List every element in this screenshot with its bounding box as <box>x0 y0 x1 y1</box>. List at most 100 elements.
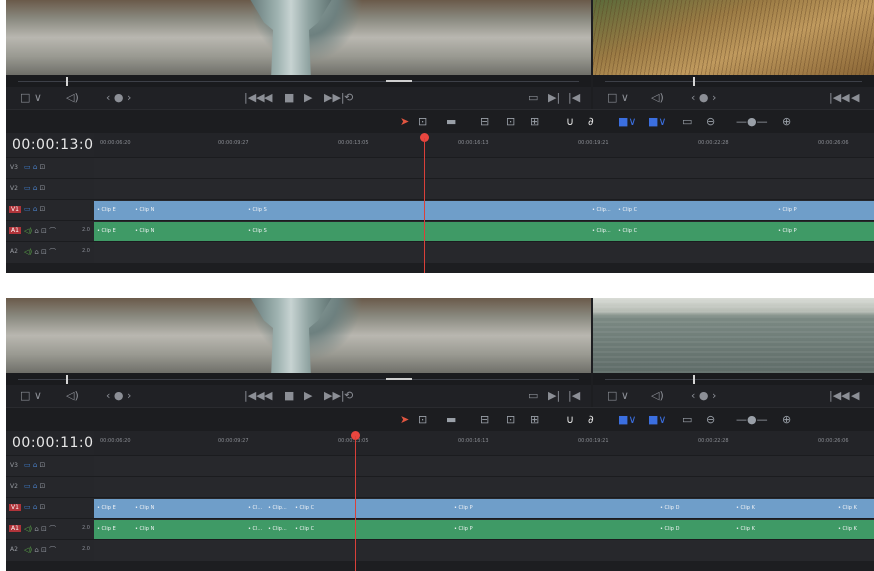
reverse-icon[interactable]: ◀ <box>851 389 859 402</box>
play-icon[interactable]: ▶ <box>304 91 312 104</box>
first-frame-icon[interactable]: |◀◀ <box>829 91 850 104</box>
auto-select-icon[interactable]: ⊡ <box>41 248 47 256</box>
zoom-in-icon[interactable]: ⊕ <box>782 413 791 426</box>
lock-icon[interactable]: ⌂ <box>34 227 38 235</box>
auto-select-icon[interactable]: ⊡ <box>40 503 46 511</box>
video-clip[interactable]: • Clip S <box>245 201 335 220</box>
pointer-icon[interactable]: ➤ <box>400 413 409 426</box>
zoom-in-icon[interactable]: ⊕ <box>782 115 791 128</box>
next-edit-icon[interactable]: ▶| <box>548 389 560 402</box>
track-controls[interactable]: ◁) ⌂ ⊡ ⌒ <box>24 545 56 555</box>
audio-clip[interactable]: • Clip P <box>451 520 658 539</box>
lock-icon[interactable]: ⌂ <box>34 525 38 533</box>
prev-edit-icon[interactable]: |◀ <box>568 389 580 402</box>
track-header-v3[interactable]: V3 ▭ ⌂ ⊡ <box>6 157 94 179</box>
track-lane-v3[interactable] <box>94 455 874 477</box>
jog-icon[interactable]: ‹ ● › <box>691 91 716 104</box>
lock-icon[interactable]: ⌂ <box>33 503 37 511</box>
video-clip[interactable]: • Clip P <box>775 201 874 220</box>
video-clip[interactable] <box>334 201 590 220</box>
auto-select-icon[interactable]: ⊡ <box>40 482 46 490</box>
snapping-icon[interactable]: ∪ <box>566 115 574 128</box>
track-lane-v1[interactable]: • Clip E • Clip N • Cl... • Clip... • Clip C… <box>94 497 874 519</box>
video-clip[interactable]: • Cl... <box>245 499 266 518</box>
track-header-a1[interactable]: A1 ◁) ⌂ ⊡ ⌒ 2.0 <box>6 220 94 242</box>
audio-clip[interactable]: • Clip K <box>733 520 836 539</box>
lock-icon[interactable]: ⌂ <box>33 184 37 192</box>
zoom-slider[interactable]: —●— <box>736 413 768 426</box>
speaker-icon[interactable]: ◁) <box>24 248 32 256</box>
monitor-icon[interactable]: ▭ <box>24 503 31 511</box>
jog-icon[interactable]: ‹ ● › <box>106 389 131 402</box>
track-controls[interactable]: ▭ ⌂ ⊡ <box>24 205 45 213</box>
speaker-icon[interactable]: ◁) <box>24 227 32 235</box>
marker-icon[interactable]: ■∨ <box>648 413 666 426</box>
audio-icon[interactable]: ◁) <box>651 389 664 402</box>
stop-icon[interactable]: ■ <box>284 91 294 104</box>
track-lane-v3[interactable] <box>94 157 874 179</box>
monitor-icon[interactable]: ▭ <box>24 184 31 192</box>
speaker-icon[interactable]: ◁) <box>24 525 32 533</box>
next-edit-icon[interactable]: ▶| <box>548 91 560 104</box>
track-header-a2[interactable]: A2 ◁) ⌂ ⊡ ⌒ 2.0 <box>6 539 94 561</box>
track-controls[interactable]: ▭ ⌂ ⊡ <box>24 184 45 192</box>
timeline-viewer[interactable] <box>593 0 874 75</box>
overwrite-icon[interactable]: ⊞ <box>530 413 539 426</box>
timecode-display[interactable]: 00:00:11:09 <box>12 435 103 451</box>
monitor-icon[interactable]: ▭ <box>24 163 31 171</box>
clip-window-icon[interactable]: ▭ <box>528 91 538 104</box>
track-lane-a2[interactable] <box>94 241 874 263</box>
trim-icon[interactable]: ⊡ <box>418 115 427 128</box>
trim-icon[interactable]: ⊡ <box>418 413 427 426</box>
track-header-v1[interactable]: V1 ▭ ⌂ ⊡ <box>6 199 94 221</box>
scrubber-playhead[interactable] <box>66 375 68 384</box>
jog-icon[interactable]: ‹ ● › <box>691 389 716 402</box>
audio-clip[interactable]: • Clip E <box>94 520 133 539</box>
audio-clip[interactable]: • Clip N <box>132 222 246 241</box>
auto-select-icon[interactable]: ⊡ <box>41 525 47 533</box>
source-scrubber[interactable] <box>6 373 591 385</box>
last-frame-icon[interactable]: ▶▶| <box>324 389 345 402</box>
audio-clip[interactable]: • Clip N <box>132 520 246 539</box>
zoom-fit-icon[interactable]: ▭ <box>682 115 692 128</box>
video-clip[interactable]: • Clip... <box>265 499 293 518</box>
audio-clip[interactable]: • Clip C <box>292 520 452 539</box>
timeline-ruler[interactable]: 00:00:06:20 00:00:09:27 00:00:13:05 00:00:1… <box>94 133 874 158</box>
track-controls[interactable]: ▭ ⌂ ⊡ <box>24 163 45 171</box>
scrubber-playhead[interactable] <box>693 375 695 384</box>
audio-clip[interactable]: • Clip C <box>615 222 776 241</box>
audio-clip[interactable]: • Clip E <box>94 222 133 241</box>
track-header-v2[interactable]: V2 ▭ ⌂ ⊡ <box>6 178 94 200</box>
video-clip[interactable]: • Clip N <box>132 499 246 518</box>
track-controls[interactable]: ◁) ⌂ ⊡ ⌒ <box>24 226 56 236</box>
audio-clip[interactable]: • Clip S <box>245 222 335 241</box>
monitor-icon[interactable]: ▭ <box>24 482 31 490</box>
track-header-a2[interactable]: A2 ◁) ⌂ ⊡ ⌒ 2.0 <box>6 241 94 263</box>
track-lane-a1[interactable]: • Clip E • Clip N • Clip S • Clip... • Clip … <box>94 220 874 242</box>
flag-icon[interactable]: ■∨ <box>618 115 636 128</box>
linking-icon[interactable]: ∂ <box>588 115 594 128</box>
reverse-icon[interactable]: ◀ <box>264 389 272 402</box>
auto-select-icon[interactable]: ⊡ <box>40 184 46 192</box>
track-lane-v2[interactable] <box>94 476 874 498</box>
audio-icon[interactable]: ◁) <box>66 91 79 104</box>
prev-edit-icon[interactable]: |◀ <box>568 91 580 104</box>
video-clip[interactable]: • Clip K <box>835 499 874 518</box>
track-lane-v2[interactable] <box>94 178 874 200</box>
viewer-mode-icon[interactable]: □ ∨ <box>20 389 42 402</box>
track-lane-a2[interactable] <box>94 539 874 561</box>
lock-icon[interactable]: ⌂ <box>34 546 38 554</box>
track-lane-a1[interactable]: • Clip E • Clip N • Cl... • Clip... • Clip C… <box>94 518 874 540</box>
stop-icon[interactable]: ■ <box>284 389 294 402</box>
track-lane-v1[interactable]: • Clip E • Clip N • Clip S • Clip... • Clip … <box>94 199 874 221</box>
blade-icon[interactable]: ⊟ <box>480 413 489 426</box>
flag-icon[interactable]: ■∨ <box>618 413 636 426</box>
lock-icon[interactable]: ⌂ <box>33 163 37 171</box>
audio-clip[interactable]: • Cl... <box>245 520 266 539</box>
auto-select-icon[interactable]: ⊡ <box>40 461 46 469</box>
loop-icon[interactable]: ⟲ <box>344 91 353 104</box>
monitor-icon[interactable]: ▭ <box>24 461 31 469</box>
play-icon[interactable]: ▶ <box>304 389 312 402</box>
timecode-display[interactable]: 00:00:13:05 <box>12 137 103 153</box>
track-controls[interactable]: ▭ ⌂ ⊡ <box>24 482 45 490</box>
